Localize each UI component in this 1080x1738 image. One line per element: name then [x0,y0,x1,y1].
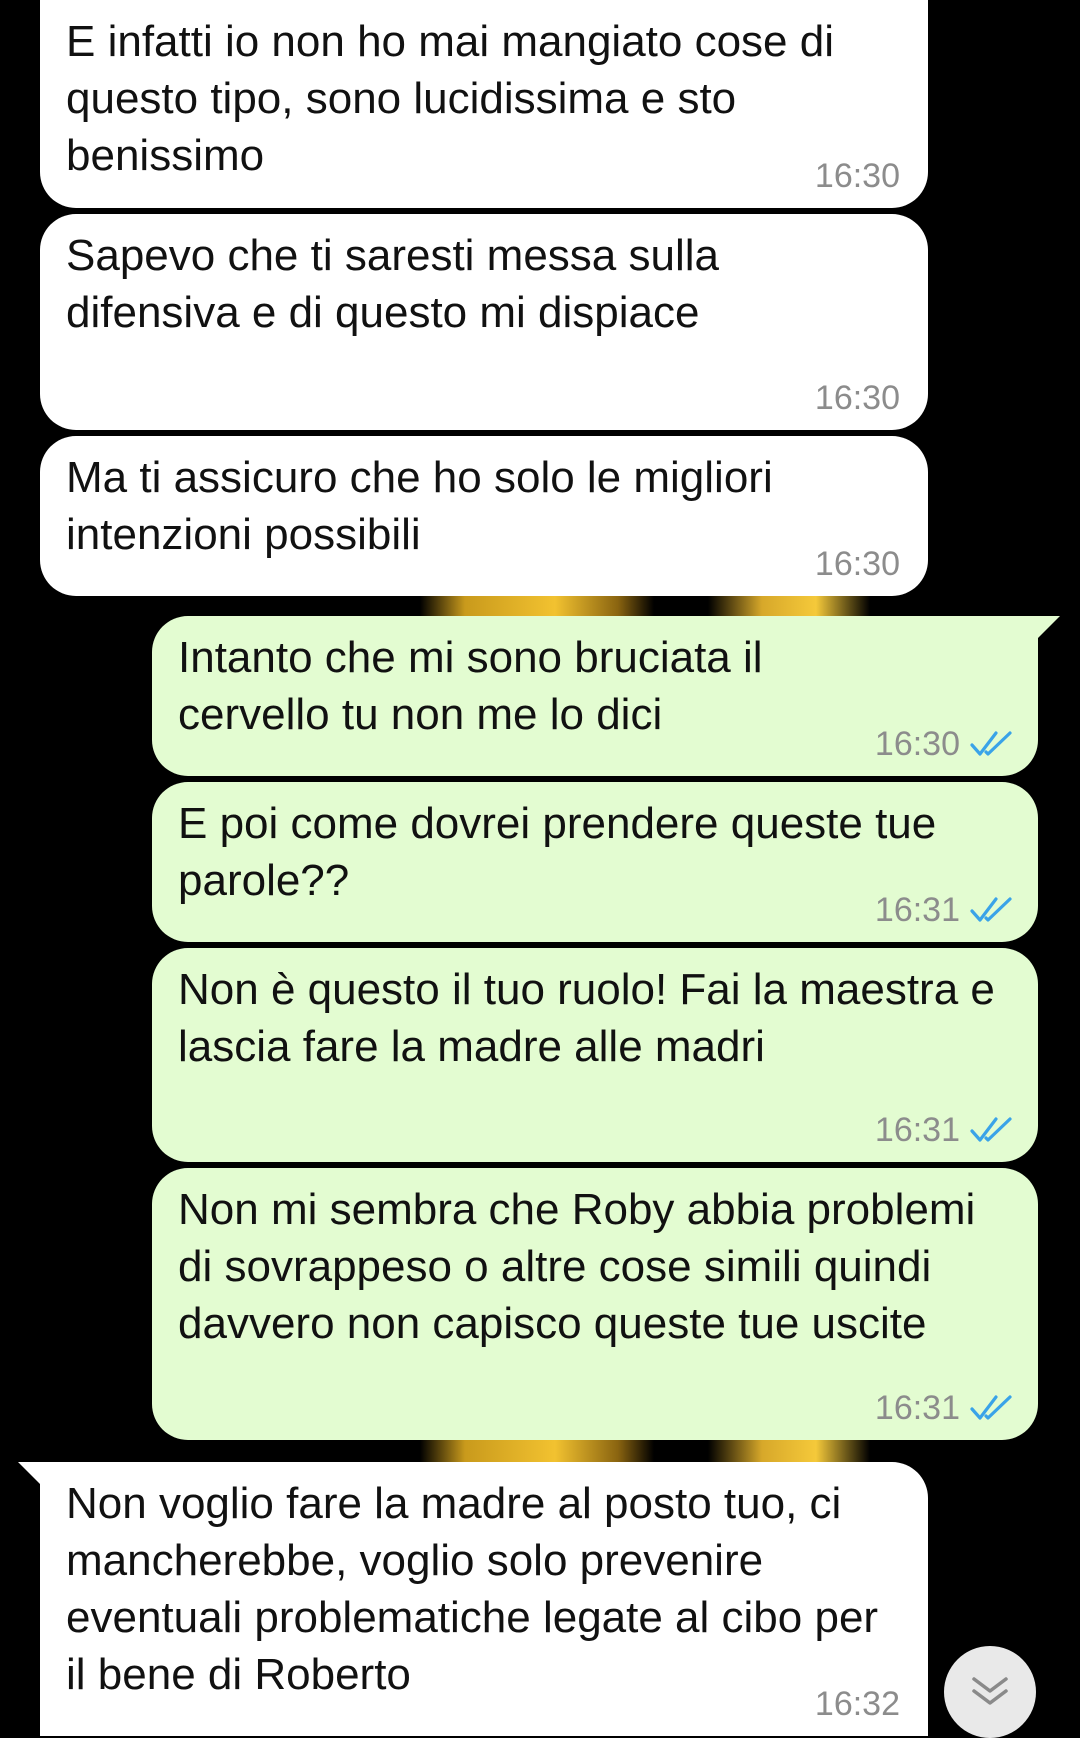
bubble-tail [1034,616,1060,642]
double-check-read-icon [970,731,1012,756]
message-bubble-outgoing[interactable]: Intanto che mi sono bruciata il cervello… [152,616,1060,776]
message-time: 16:31 [874,1389,960,1427]
message-text: Sapevo che ti saresti messa sulla difens… [66,231,719,337]
message-time: 16:30 [814,545,900,583]
message-meta: 16:31 [875,1110,1014,1150]
message-text: E infatti io non ho mai mangiato cose di… [66,17,835,180]
message-meta: 16:30 [815,378,900,418]
message-bubble-outgoing[interactable]: Non è questo il tuo ruolo! Fai la maestr… [152,948,1038,1162]
message-text: Non è questo il tuo ruolo! Fai la maestr… [178,965,995,1071]
wallpaper [150,1440,1050,1462]
message-meta: 16:30 [815,156,900,196]
message-time: 16:30 [814,379,900,417]
message-time: 16:31 [874,1111,960,1149]
message-meta: 16:32 [815,1684,900,1724]
message-text: Non mi sembra che Roby abbia problemi di… [178,1185,976,1348]
message-bubble-outgoing[interactable]: Non mi sembra che Roby abbia problemi di… [152,1168,1038,1440]
message-meta: 16:30 [875,724,1014,764]
message-bubble-incoming[interactable]: Ma ti assicuro che ho solo le migliori i… [40,436,928,596]
message-bubble-outgoing[interactable]: E poi come dovrei prendere queste tue pa… [152,782,1038,942]
message-time: 16:30 [874,725,960,763]
message-meta: 16:31 [875,1388,1014,1428]
double-check-read-icon [970,897,1012,922]
message-meta: 16:30 [815,544,900,584]
message-meta: 16:31 [875,890,1014,930]
message-bubble-incoming[interactable]: E infatti io non ho mai mangiato cose di… [40,0,928,208]
double-check-read-icon [970,1117,1012,1142]
message-time: 16:30 [814,157,900,195]
double-chevron-down-icon [972,1677,1008,1705]
message-text: Non voglio fare la madre al posto tuo, c… [66,1479,879,1699]
double-check-read-icon [970,1395,1012,1420]
message-time: 16:32 [814,1685,900,1723]
message-text: Ma ti assicuro che ho solo le migliori i… [66,453,773,559]
bubble-tail [18,1462,44,1488]
wallpaper [150,596,1050,616]
message-bubble-incoming[interactable]: Sapevo che ti saresti messa sulla difens… [40,214,928,430]
message-bubble-incoming[interactable]: Non voglio fare la madre al posto tuo, c… [18,1462,928,1736]
message-time: 16:31 [874,891,960,929]
scroll-to-bottom-button[interactable] [944,1646,1036,1738]
